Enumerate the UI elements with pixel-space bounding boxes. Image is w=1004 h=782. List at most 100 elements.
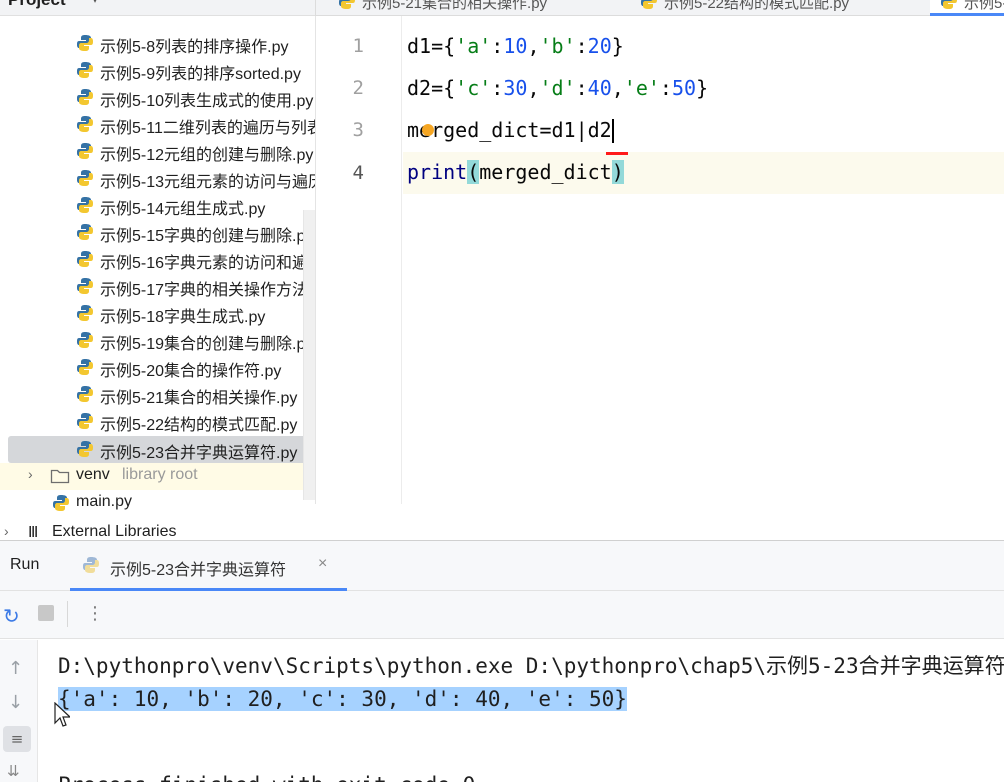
python-file-icon xyxy=(77,197,93,213)
run-tool-title: Run xyxy=(10,556,40,573)
builtin-token: print xyxy=(407,160,468,184)
chevron-right-icon[interactable]: › xyxy=(28,466,33,482)
tree-file-label: 示例5-12元组的创建与删除.py xyxy=(100,147,314,164)
tree-file-label: 示例5-16字典元素的访问和遍历.py xyxy=(100,255,315,272)
code-token: : xyxy=(575,76,588,100)
library-icon: Ⅲ xyxy=(28,524,39,540)
tree-file-item[interactable]: 示例5-14元组生成式.py xyxy=(0,192,315,219)
intention-bulb-icon[interactable] xyxy=(422,124,434,136)
tree-file-item[interactable]: 示例5-11二维列表的遍历与列表生成式.py xyxy=(0,111,315,138)
scroll-to-end-icon[interactable]: ⇊ xyxy=(7,762,20,780)
project-header: Project ▾ xyxy=(0,0,315,16)
tree-file-label: 示例5-18字典生成式.py xyxy=(100,309,266,326)
python-file-icon xyxy=(77,359,93,375)
main-file-label: main.py xyxy=(76,493,133,510)
tree-file-label: 示例5-13元组元素的访问与遍历.py xyxy=(100,174,315,191)
tree-file-item[interactable]: 示例5-12元组的创建与删除.py xyxy=(0,138,315,165)
run-tab-label: 示例5-23合并字典运算符 xyxy=(110,562,287,579)
python-file-icon xyxy=(339,0,355,9)
tree-file-item[interactable]: 示例5-18字典生成式.py xyxy=(0,300,315,327)
editor-tab-label: 示例5-22结构的模式匹配.py xyxy=(664,0,850,12)
number-token: 30 xyxy=(503,76,528,100)
more-options-icon[interactable]: ⋮ xyxy=(86,603,104,624)
soft-wrap-icon[interactable]: ≡ xyxy=(3,726,31,752)
tree-file-item[interactable]: 示例5-16字典元素的访问和遍历.py xyxy=(0,246,315,273)
tree-file-item[interactable]: 示例5-22结构的模式匹配.py xyxy=(0,408,315,435)
python-file-icon xyxy=(77,224,93,240)
tree-file-item[interactable]: 示例5-10列表生成式的使用.py xyxy=(0,84,315,111)
line-number: 3 xyxy=(352,119,364,141)
editor-tab-label: 示例5-23合并字典运算符.py xyxy=(964,0,1004,12)
run-config-tab[interactable]: 示例5-23合并字典运算符 × xyxy=(70,541,347,591)
run-toolbar: ↻ ⋮ xyxy=(0,591,1004,639)
code-token: } xyxy=(611,34,624,58)
tree-file-item[interactable]: 示例5-20集合的操作符.py xyxy=(0,354,315,381)
string-token: 'e' xyxy=(623,76,660,100)
close-icon[interactable]: × xyxy=(318,555,327,573)
code-token: : xyxy=(575,34,588,58)
string-token: 'b' xyxy=(539,34,576,58)
tree-file-main[interactable]: main.py xyxy=(0,490,315,517)
tree-scrollbar[interactable] xyxy=(303,210,315,500)
tree-file-item[interactable]: 示例5-17字典的相关操作方法.py xyxy=(0,273,315,300)
number-token: 10 xyxy=(503,34,528,58)
editor-tab[interactable]: 示例5-22结构的模式匹配.py xyxy=(640,0,910,16)
tree-folder-venv[interactable]: › venv library root xyxy=(0,463,315,490)
tree-file-item[interactable]: 示例5-21集合的相关操作.py xyxy=(0,381,315,408)
code-token: , xyxy=(527,34,540,58)
number-token: 50 xyxy=(671,76,697,100)
tree-file-label: 示例5-19集合的创建与删除.py xyxy=(100,336,314,353)
python-file-icon xyxy=(77,441,93,457)
tree-file-item[interactable]: 示例5-8列表的排序操作.py xyxy=(0,30,315,57)
tree-external-libraries[interactable]: › Ⅲ External Libraries xyxy=(0,520,315,540)
editor-tab-active[interactable]: 示例5-23合并字典运算符.py xyxy=(930,0,1004,16)
python-file-icon xyxy=(77,305,93,321)
tree-file-label: 示例5-23合并字典运算符.py xyxy=(100,445,298,462)
tree-file-item[interactable]: 示例5-13元组元素的访问与遍历.py xyxy=(0,165,315,192)
code-editor[interactable]: 1 2 3 4 d1={'a':10,'b':20} d2={'c':30,'d… xyxy=(315,16,1004,504)
code-line-1[interactable]: d1={'a':10,'b':20} xyxy=(407,34,624,58)
external-libraries-label: External Libraries xyxy=(52,523,177,540)
project-title[interactable]: Project xyxy=(8,0,66,10)
error-underline xyxy=(606,152,628,155)
venv-label: venv xyxy=(76,466,110,483)
line-number-gutter[interactable]: 1 2 3 4 xyxy=(316,16,402,504)
code-token: , xyxy=(527,76,540,100)
tree-file-label: 示例5-9列表的排序sorted.py xyxy=(100,66,301,83)
code-line-2[interactable]: d2={'c':30,'d':40,'e':50} xyxy=(407,76,708,100)
console-output-line[interactable]: {'a': 10, 'b': 20, 'c': 30, 'd': 40, 'e'… xyxy=(58,687,627,711)
string-token: 'd' xyxy=(539,76,576,100)
tree-file-label: 示例5-22结构的模式匹配.py xyxy=(100,417,298,434)
project-panel: Project ▾ 示例5-8列表的排序操作.py 示例5-9列表的排序sort… xyxy=(0,0,315,540)
python-file-icon xyxy=(77,62,93,78)
editor-tab[interactable]: 示例5-21集合的相关操作.py xyxy=(338,0,618,16)
code-line-3[interactable]: merged_dict=d1|d2 xyxy=(407,118,612,142)
code-token: merged_dict xyxy=(479,160,612,184)
python-file-icon xyxy=(77,116,93,132)
code-token: merged_dict=d1|d2 xyxy=(407,118,612,142)
arrow-up-icon[interactable]: ↑ xyxy=(8,658,23,679)
python-file-icon xyxy=(77,89,93,105)
console-exit-line: Process finished with exit code 0 xyxy=(58,773,475,782)
python-file-icon xyxy=(77,386,93,402)
arrow-down-icon[interactable]: ↓ xyxy=(8,692,23,713)
rerun-icon[interactable]: ↻ xyxy=(3,604,20,628)
chevron-right-icon[interactable]: › xyxy=(4,523,9,539)
tree-file-item[interactable]: 示例5-9列表的排序sorted.py xyxy=(0,57,315,84)
tree-file-item[interactable]: 示例5-19集合的创建与删除.py xyxy=(0,327,315,354)
tree-file-label: 示例5-17字典的相关操作方法.py xyxy=(100,282,315,299)
python-file-icon xyxy=(77,143,93,159)
text-caret xyxy=(612,119,614,143)
code-line-4[interactable]: print(merged_dict) xyxy=(407,160,624,184)
run-console-output[interactable]: D:\pythonpro\venv\Scripts\python.exe D:\… xyxy=(39,640,1004,782)
tree-file-item[interactable]: 示例5-15字典的创建与删除.py xyxy=(0,219,315,246)
code-token: d2={ xyxy=(407,76,456,100)
chevron-down-icon[interactable]: ▾ xyxy=(92,0,98,6)
stop-icon[interactable] xyxy=(38,605,54,621)
tree-file-item-selected[interactable]: 示例5-23合并字典运算符.py xyxy=(8,436,315,463)
console-side-toolbar: ↑ ↓ ≡ ⇊ xyxy=(0,640,38,782)
python-file-icon xyxy=(77,170,93,186)
python-file-icon xyxy=(941,0,957,9)
line-number: 4 xyxy=(352,162,364,184)
code-token: } xyxy=(696,76,709,100)
